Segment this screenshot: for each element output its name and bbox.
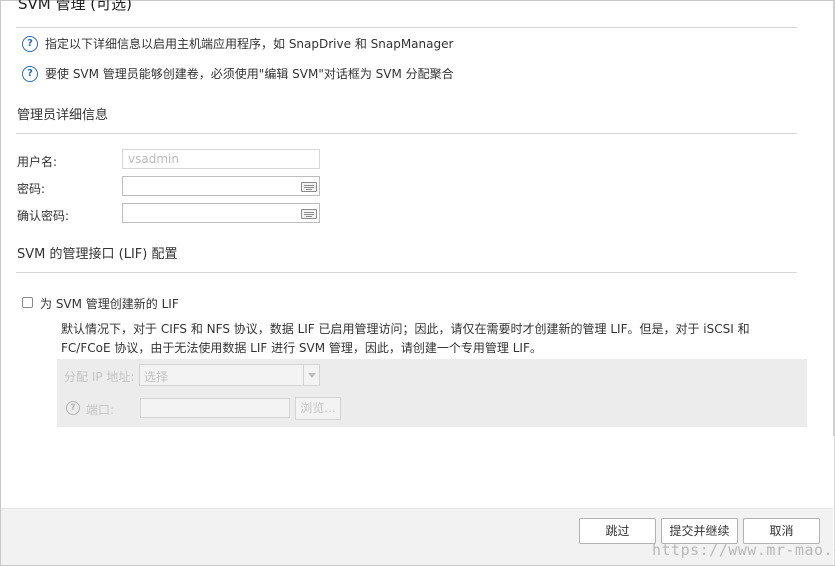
username-label: 用户名: bbox=[17, 155, 58, 169]
dialog-title: SVM 管理 (可选) bbox=[18, 0, 132, 13]
username-input bbox=[122, 149, 320, 169]
create-lif-checkbox[interactable] bbox=[22, 297, 33, 308]
chevron-down-icon bbox=[303, 365, 319, 385]
assign-ip-select: 选择 bbox=[139, 364, 320, 386]
section-title-admin-details: 管理员详细信息 bbox=[17, 108, 109, 123]
assign-ip-select-value: 选择 bbox=[144, 370, 169, 384]
confirm-password-input[interactable] bbox=[122, 203, 320, 223]
password-input[interactable] bbox=[122, 176, 320, 196]
help-circle-icon: ? bbox=[66, 401, 80, 415]
port-label: 端口: bbox=[86, 403, 115, 417]
section-title-lif-config: SVM 的管理接口 (LIF) 配置 bbox=[17, 247, 178, 262]
skip-button[interactable]: 跳过 bbox=[579, 518, 656, 544]
lif-description: 默认情况下，对于 CIFS 和 NFS 协议，数据 LIF 已启用管理访问；因此… bbox=[61, 322, 750, 355]
browse-button: 浏览... bbox=[295, 397, 341, 420]
password-label: 密码: bbox=[17, 182, 46, 196]
info-text-aggregate: 要使 SVM 管理员能够创建卷，必须使用"编辑 SVM"对话框为 SVM 分配聚… bbox=[45, 67, 454, 81]
keyboard-icon[interactable] bbox=[301, 209, 317, 219]
info-row-host-apps: ? 指定以下详细信息以启用主机端应用程序，如 SnapDrive 和 SnapM… bbox=[22, 35, 453, 52]
svm-admin-dialog bbox=[0, 0, 835, 566]
admin-section-divider bbox=[16, 133, 797, 134]
create-lif-checkbox-label[interactable]: 为 SVM 管理创建新的 LIF bbox=[40, 295, 179, 312]
lif-section-divider bbox=[16, 272, 797, 273]
port-input bbox=[140, 398, 290, 418]
title-divider bbox=[16, 27, 797, 28]
help-circle-icon[interactable]: ? bbox=[22, 65, 38, 82]
info-row-aggregate: ? 要使 SVM 管理员能够创建卷，必须使用"编辑 SVM"对话框为 SVM 分… bbox=[22, 65, 454, 82]
assign-ip-label: 分配 IP 地址: bbox=[64, 370, 135, 384]
confirm-password-label: 确认密码: bbox=[17, 209, 70, 223]
help-circle-icon[interactable]: ? bbox=[22, 35, 38, 52]
watermark-text: https://www.mr-mao.cn bbox=[652, 541, 835, 559]
keyboard-icon[interactable] bbox=[301, 182, 317, 192]
info-text-host-apps: 指定以下详细信息以启用主机端应用程序，如 SnapDrive 和 SnapMan… bbox=[45, 37, 454, 51]
